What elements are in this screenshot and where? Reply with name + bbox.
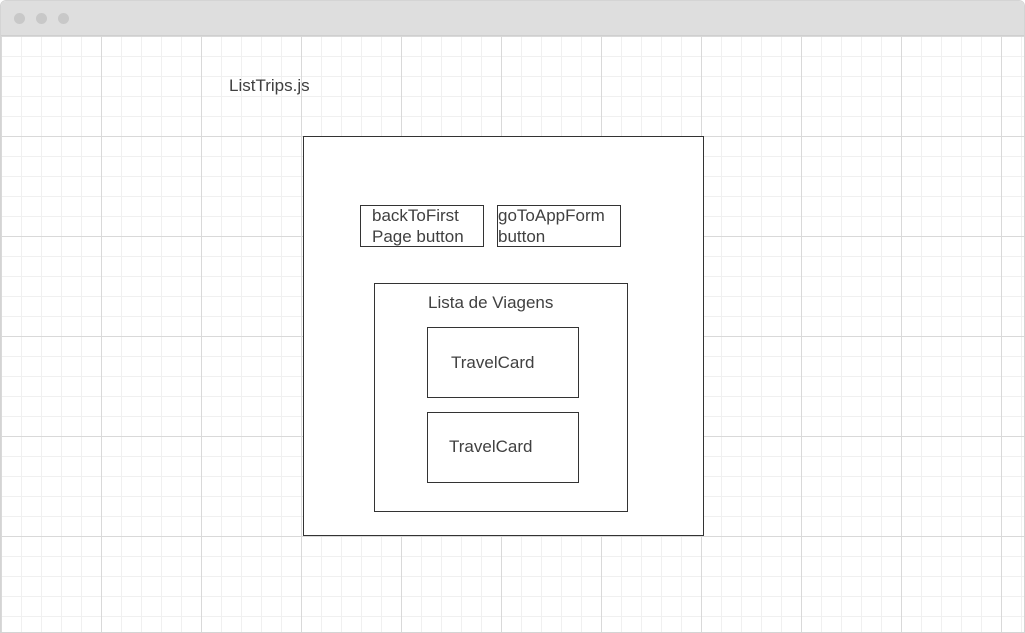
back-to-first-page-button-box[interactable]: backToFirst Page button bbox=[360, 205, 484, 247]
travel-card-label: TravelCard bbox=[449, 437, 533, 456]
app-window: ListTrips.js backToFirst Page button goT… bbox=[0, 0, 1025, 633]
window-control-dot[interactable] bbox=[58, 13, 69, 24]
file-label: ListTrips.js bbox=[229, 76, 310, 95]
grid-canvas: ListTrips.js backToFirst Page button goT… bbox=[1, 36, 1024, 632]
back-to-first-page-button-label: backToFirst Page button bbox=[372, 206, 464, 246]
window-control-dot[interactable] bbox=[36, 13, 47, 24]
window-titlebar bbox=[1, 1, 1024, 36]
travel-card-box[interactable]: TravelCard bbox=[427, 412, 579, 483]
travel-card-box[interactable]: TravelCard bbox=[427, 327, 579, 398]
window-control-dot[interactable] bbox=[14, 13, 25, 24]
go-to-app-form-button-label: goToAppForm button bbox=[498, 206, 605, 246]
travel-card-label: TravelCard bbox=[451, 353, 535, 372]
go-to-app-form-button-box[interactable]: goToAppForm button bbox=[497, 205, 621, 247]
trip-list-title: Lista de Viagens bbox=[428, 293, 554, 312]
